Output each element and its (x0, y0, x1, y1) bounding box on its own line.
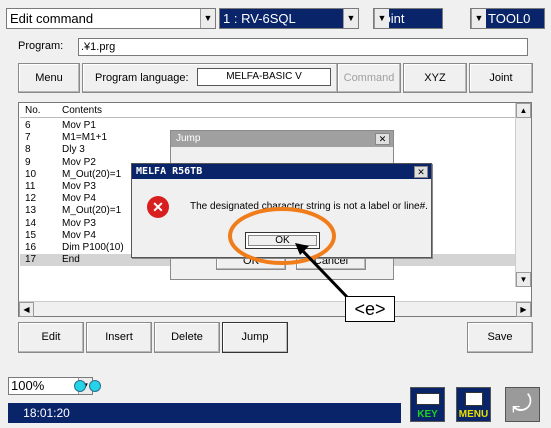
menu-grid-icon (465, 392, 483, 406)
row-content: Mov P3 (62, 217, 96, 229)
zoom-value: 100% (11, 378, 45, 393)
xyz-button[interactable]: XYZ (403, 63, 467, 93)
row-no: 8 (25, 144, 31, 156)
row-content: M_Out(20)=1 (62, 205, 122, 217)
row-content: Dim P100(10) (62, 241, 124, 253)
jump-dialog-title: Jump (171, 131, 393, 147)
robot-dropdown[interactable]: 1 : RV-6SQL ▼ (219, 8, 359, 29)
keyboard-icon (416, 393, 440, 405)
vertical-scrollbar[interactable]: ▲ ▼ (515, 103, 531, 287)
row-content: M1=M1+1 (62, 132, 108, 144)
robot-value: 1 : RV-6SQL (223, 11, 296, 26)
scroll-left-icon[interactable]: ◀ (19, 302, 34, 317)
edit-button[interactable]: Edit (18, 322, 84, 353)
clock: 18:01:20 (8, 403, 85, 423)
chevron-down-icon: ▼ (471, 9, 486, 28)
tool-dropdown[interactable]: ▼ TOOL0 (470, 8, 545, 29)
mode-value: Edit command (10, 11, 94, 26)
list-header: No. Contents (20, 104, 516, 118)
insert-button[interactable]: Insert (86, 322, 152, 353)
row-content: Mov P1 (62, 120, 96, 131)
header-no: No. (25, 105, 41, 116)
row-no: 13 (25, 205, 37, 217)
error-ok-button[interactable]: OK (245, 232, 320, 249)
delete-button[interactable]: Delete (154, 322, 220, 353)
key-label: KEY (417, 409, 438, 420)
row-content: M_Out(20)=1 (62, 168, 122, 180)
coord-dropdown[interactable]: Joint ▼ (373, 8, 443, 29)
status-bar (85, 403, 401, 423)
program-path-field[interactable]: .¥1.prg (78, 38, 528, 56)
mode-dropdown[interactable]: Edit command ▼ (6, 8, 216, 29)
callout-label: <e> (345, 296, 395, 322)
row-no: 10 (25, 168, 37, 180)
scroll-right-icon[interactable]: ▶ (516, 302, 531, 317)
menu-icon-button[interactable]: MENU (456, 387, 491, 422)
row-no: 12 (25, 193, 37, 205)
row-content: Mov P2 (62, 156, 96, 168)
chevron-down-icon: ▼ (200, 9, 215, 28)
scroll-down-icon[interactable]: ▼ (516, 272, 531, 287)
back-button[interactable]: ⤾ (505, 387, 540, 422)
return-arrow-icon: ⤾ (512, 391, 532, 418)
row-content: Mov P4 (62, 193, 96, 205)
error-dialog: MELFA R56TB ✕ ✕ The designated character… (131, 163, 432, 258)
error-icon: ✕ (147, 196, 169, 218)
row-content: Dly 3 (62, 144, 85, 156)
scroll-up-icon[interactable]: ▲ (516, 103, 531, 118)
keyboard-button[interactable]: KEY (410, 387, 445, 422)
row-no: 7 (25, 132, 31, 144)
command-button[interactable]: Command (337, 63, 401, 93)
row-no: 16 (25, 241, 37, 253)
error-message: The designated character string is not a… (190, 201, 428, 212)
close-icon[interactable]: ✕ (414, 166, 428, 178)
chevron-down-icon: ▼ (374, 9, 389, 28)
jump-button[interactable]: Jump (222, 322, 288, 353)
language-field[interactable]: MELFA-BASIC V (197, 68, 331, 86)
menu-button[interactable]: Menu (18, 63, 80, 93)
row-no: 14 (25, 217, 37, 229)
row-no: 17 (25, 254, 37, 266)
horizontal-scrollbar[interactable]: ◀ ▶ (19, 301, 531, 317)
status-led-2 (89, 380, 101, 392)
language-label: Program language: (95, 72, 189, 84)
save-button[interactable]: Save (467, 322, 533, 353)
joint-button[interactable]: Joint (469, 63, 533, 93)
chevron-down-icon: ▼ (343, 9, 358, 28)
row-content: Mov P4 (62, 229, 96, 241)
close-icon[interactable]: ✕ (375, 133, 390, 145)
error-dialog-title: MELFA R56TB (132, 164, 431, 179)
header-contents: Contents (62, 105, 103, 116)
row-no: 9 (25, 156, 31, 168)
menu-label: MENU (458, 409, 489, 420)
row-no: 15 (25, 229, 37, 241)
program-label: Program: (18, 40, 64, 52)
status-led-1 (74, 380, 86, 392)
row-no: 11 (25, 180, 36, 192)
row-content: Mov P3 (62, 180, 96, 192)
row-content: End (62, 254, 80, 266)
row-no: 6 (25, 120, 31, 131)
